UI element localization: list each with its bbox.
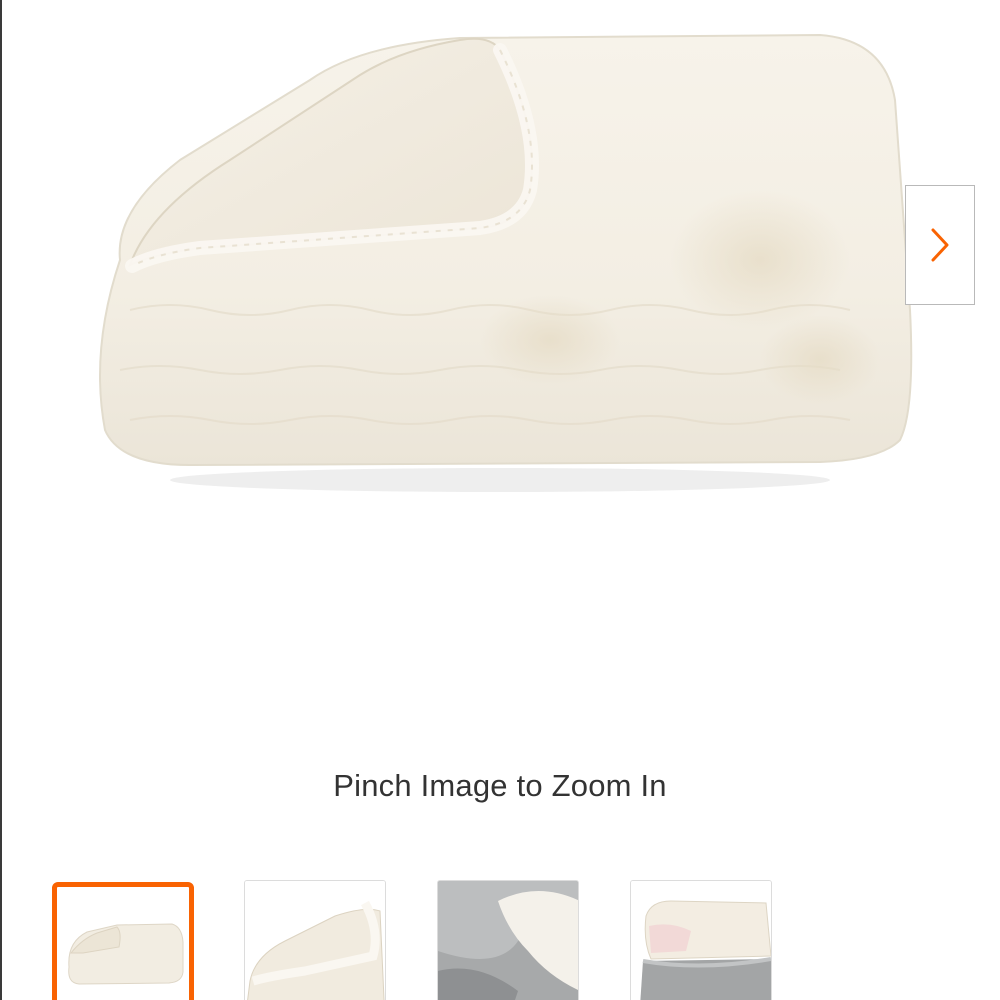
thumbnail-blanket-on-gray-throw[interactable] — [437, 880, 579, 1000]
thumbnail-folded-blanket[interactable] — [52, 882, 194, 1000]
main-product-image[interactable] — [60, 10, 920, 530]
product-image-viewer: Pinch Image to Zoom In — [0, 0, 1000, 1000]
next-image-button[interactable] — [905, 185, 975, 305]
chevron-right-icon — [931, 228, 949, 262]
thumbnail-blanket-stacked[interactable] — [630, 880, 772, 1000]
zoom-hint-text: Pinch Image to Zoom In — [333, 768, 667, 803]
thumbnail-strip — [0, 880, 1000, 1000]
thumbnail-blanket-closeup[interactable] — [244, 880, 386, 1000]
left-border — [0, 0, 2, 1000]
